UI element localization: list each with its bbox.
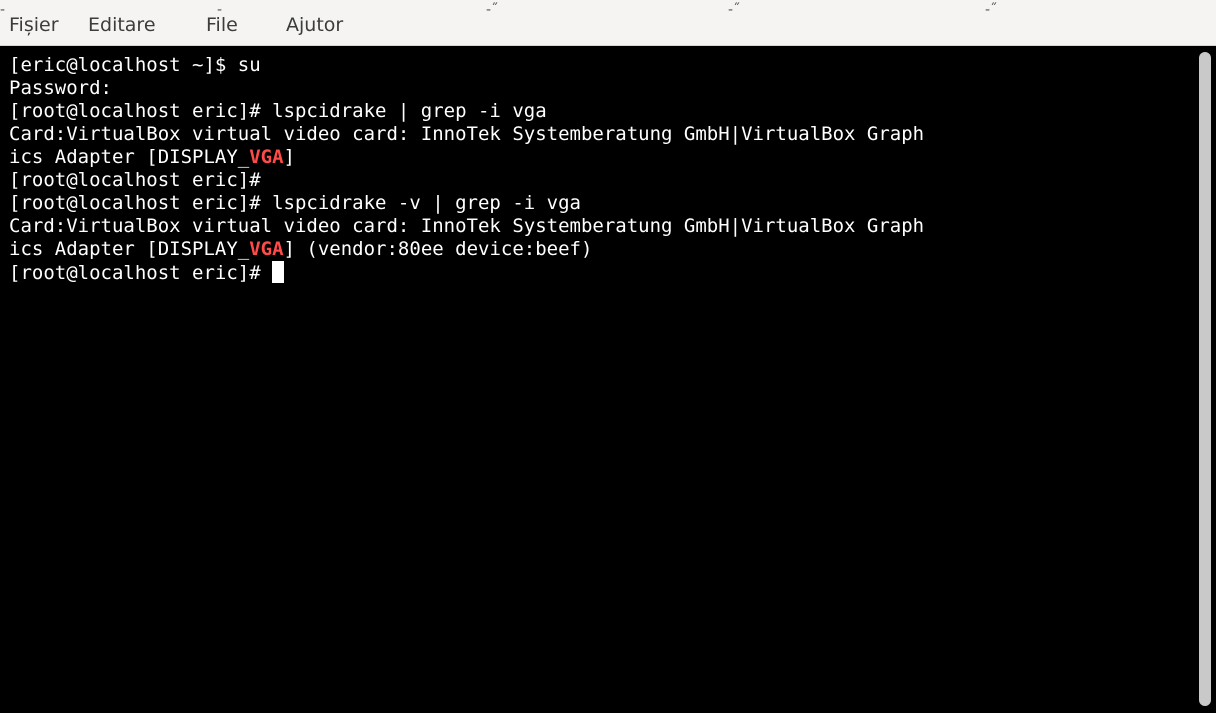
terminal-window: - - -˝ -˝ -˝ Fișier Editare File Ajutor … (0, 0, 1216, 713)
menu-bar: - - -˝ -˝ -˝ Fișier Editare File Ajutor (0, 0, 1216, 46)
terminal-line: ics Adapter [DISPLAY_VGA] (vendor:80ee d… (9, 238, 592, 261)
render-artifact: -˝ (486, 2, 499, 18)
terminal-line: Card:VirtualBox virtual video card: Inno… (9, 215, 925, 237)
terminal-line: [root@localhost eric]# lspcidrake | grep… (9, 100, 547, 122)
terminal-line: [root@localhost eric]# (9, 169, 261, 191)
render-artifact: -˝ (985, 2, 998, 18)
terminal-line: [eric@localhost ~]$ su (9, 54, 261, 76)
scrollbar-thumb[interactable] (1199, 52, 1211, 706)
vertical-scrollbar[interactable] (1196, 46, 1216, 713)
terminal-line: Password: (9, 77, 112, 99)
grep-match-highlight: VGA (249, 238, 284, 260)
menu-fisier[interactable]: Fișier (9, 12, 59, 38)
shell-prompt: [root@localhost eric]# (9, 262, 273, 284)
line-text: ] (283, 146, 295, 168)
text-cursor (272, 261, 285, 283)
terminal-prompt-line[interactable]: [root@localhost eric]# (9, 261, 285, 284)
terminal-line: ics Adapter [DISPLAY_VGA] (9, 146, 295, 169)
render-artifact: -˝ (728, 2, 741, 18)
grep-match-highlight: VGA (249, 146, 284, 168)
line-text: ics Adapter [DISPLAY_ (9, 238, 250, 260)
terminal-line: Card:VirtualBox virtual video card: Inno… (9, 123, 925, 145)
menu-file[interactable]: File (206, 12, 238, 38)
line-text: ics Adapter [DISPLAY_ (9, 146, 250, 168)
menu-editare[interactable]: Editare (88, 12, 156, 38)
terminal-line: [root@localhost eric]# lspcidrake -v | g… (9, 192, 581, 214)
terminal-output[interactable]: [eric@localhost ~]$ su Password: [root@l… (0, 46, 1196, 713)
render-artifact: - (0, 2, 6, 18)
menu-ajutor[interactable]: Ajutor (286, 12, 343, 38)
line-text: ] (vendor:80ee device:beef) (283, 238, 593, 260)
